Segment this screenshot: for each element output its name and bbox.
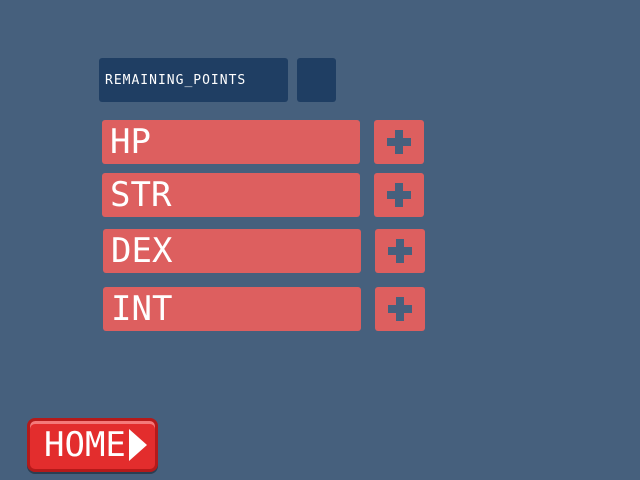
stat-label-dex: DEX: [103, 229, 361, 273]
int-increase-button[interactable]: [375, 287, 425, 331]
hp-increase-button[interactable]: [374, 120, 424, 164]
dex-increase-button[interactable]: [375, 229, 425, 273]
home-button-label: HOME: [44, 425, 126, 465]
plus-icon: [387, 183, 411, 207]
remaining-points-label: REMAINING_POINTS: [105, 72, 247, 88]
stat-label-str: STR: [102, 173, 360, 217]
str-increase-button[interactable]: [374, 173, 424, 217]
stat-label-hp: HP: [102, 120, 360, 164]
plus-icon: [388, 239, 412, 263]
play-arrow-icon: [128, 429, 147, 461]
stat-label-int: INT: [103, 287, 361, 331]
plus-icon: [388, 297, 412, 321]
plus-icon: [387, 130, 411, 154]
home-button[interactable]: HOME: [27, 418, 158, 472]
remaining-points-value: [297, 58, 336, 102]
remaining-points-panel: REMAINING_POINTS: [99, 58, 288, 102]
